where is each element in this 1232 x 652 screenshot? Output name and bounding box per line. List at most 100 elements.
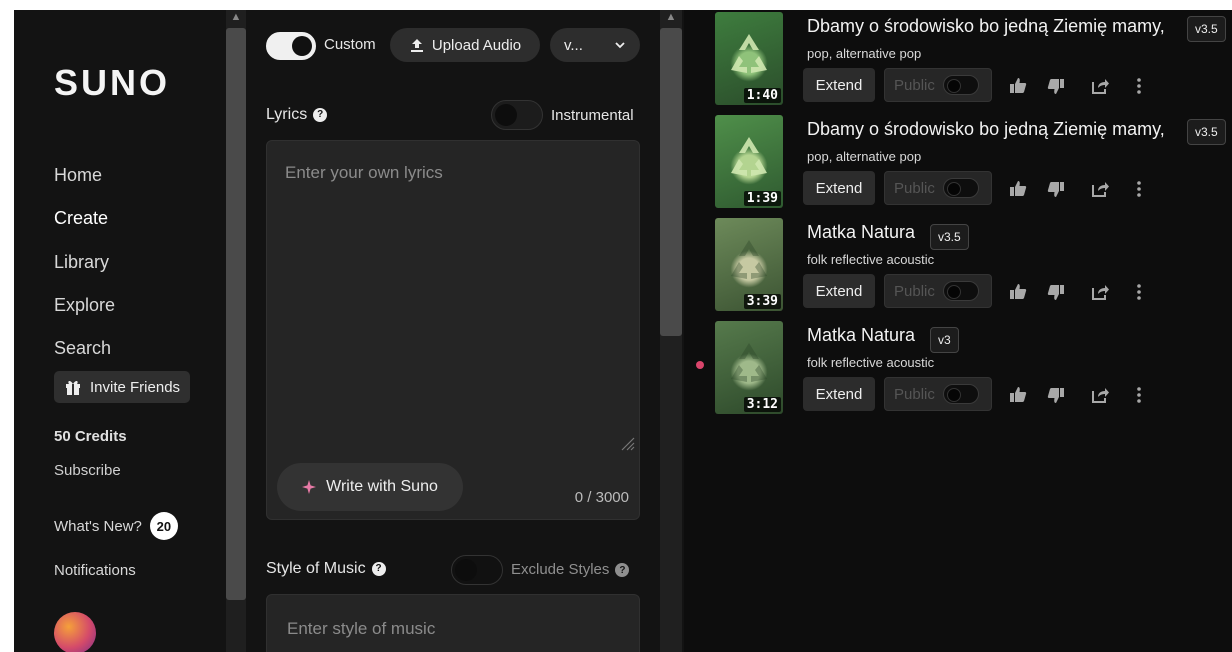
version-select[interactable]: v... <box>550 28 640 62</box>
song-cover-image[interactable]: 1:39 <box>715 115 783 208</box>
resize-grip-icon[interactable] <box>619 435 635 451</box>
exclude-styles-toggle[interactable] <box>451 555 503 585</box>
thumbs-down-icon[interactable] <box>1046 76 1066 96</box>
song-genre[interactable]: pop, alternative pop <box>807 46 921 61</box>
chevron-down-icon <box>615 42 625 49</box>
song-genre[interactable]: folk reflective acoustic <box>807 252 934 267</box>
model-version-badge: v3.5 <box>1187 119 1226 145</box>
public-toggle[interactable]: Public <box>884 68 992 102</box>
exclude-styles-label: Exclude Styles? <box>511 561 630 578</box>
invite-friends-button[interactable]: Invite Friends <box>54 371 191 403</box>
model-version-badge: v3.5 <box>1187 16 1226 42</box>
thumbs-down-icon[interactable] <box>1046 385 1066 405</box>
nav-explore[interactable]: Explore <box>54 295 115 316</box>
nav-create[interactable]: Create <box>54 208 108 229</box>
style-placeholder: Enter style of music <box>287 619 436 638</box>
subscribe-link[interactable]: Subscribe <box>54 462 121 479</box>
song-list-panel: 1:40 Dbamy o środowisko bo jedną Ziemię … <box>684 10 1232 652</box>
song-row[interactable]: 1:39 Dbamy o środowisko bo jedną Ziemię … <box>684 113 1232 208</box>
scroll-up-icon[interactable]: ▲ <box>660 10 682 24</box>
public-switch[interactable] <box>942 384 979 404</box>
song-row[interactable]: 3:39 Matka Natura v3.5 folk reflective a… <box>684 216 1232 311</box>
song-duration: 3:12 <box>743 397 781 412</box>
song-title[interactable]: Dbamy o środowisko bo jedną Ziemię mamy, <box>807 16 1165 37</box>
public-label: Public <box>894 282 935 300</box>
song-row[interactable]: 3:12 Matka Natura v3 folk reflective aco… <box>684 319 1232 414</box>
song-genre[interactable]: folk reflective acoustic <box>807 355 934 370</box>
extend-button[interactable]: Extend <box>803 377 875 411</box>
suno-app: SUNO Home Create Library Explore Search … <box>14 10 1232 652</box>
song-title[interactable]: Matka Natura <box>807 325 915 346</box>
extend-button[interactable]: Extend <box>803 171 875 205</box>
more-options-icon[interactable] <box>1134 282 1144 302</box>
help-icon[interactable]: ? <box>615 563 630 578</box>
public-switch[interactable] <box>942 75 979 95</box>
lyrics-label: Lyrics? <box>266 106 328 124</box>
instrumental-toggle[interactable] <box>491 100 543 130</box>
song-row[interactable]: 1:40 Dbamy o środowisko bo jedną Ziemię … <box>684 10 1232 105</box>
song-title[interactable]: Matka Natura <box>807 222 915 243</box>
create-scroll-thumb[interactable] <box>660 28 682 336</box>
song-cover-image[interactable]: 1:40 <box>715 12 783 105</box>
more-options-icon[interactable] <box>1134 385 1144 405</box>
whats-new-link[interactable]: What's New? 20 <box>54 512 178 540</box>
custom-toggle[interactable] <box>266 32 316 60</box>
more-options-icon[interactable] <box>1134 179 1144 199</box>
gift-icon <box>66 380 80 395</box>
model-version-badge: v3 <box>930 327 959 353</box>
upload-audio-label: Upload Audio <box>431 36 522 54</box>
song-duration: 1:39 <box>743 191 781 206</box>
thumbs-up-icon[interactable] <box>1008 282 1028 302</box>
public-switch[interactable] <box>942 281 979 301</box>
share-icon[interactable] <box>1090 282 1110 302</box>
thumbs-up-icon[interactable] <box>1008 179 1028 199</box>
model-version-badge: v3.5 <box>930 224 969 250</box>
write-with-suno-button[interactable]: Write with Suno <box>277 463 463 511</box>
extend-button[interactable]: Extend <box>803 68 875 102</box>
thumbs-down-icon[interactable] <box>1046 282 1066 302</box>
create-scrollbar[interactable]: ▲ <box>660 10 682 652</box>
notifications-link[interactable]: Notifications <box>54 562 136 579</box>
nav-home[interactable]: Home <box>54 165 102 186</box>
song-duration: 1:40 <box>743 88 781 103</box>
style-of-music-input[interactable]: Enter style of music <box>266 594 640 652</box>
public-switch[interactable] <box>942 178 979 198</box>
lyrics-textarea[interactable]: Enter your own lyrics Write with Suno 0 … <box>266 140 640 520</box>
help-icon[interactable]: ? <box>371 561 386 576</box>
sidebar-scroll-thumb[interactable] <box>226 28 246 600</box>
invite-friends-label: Invite Friends <box>90 378 181 396</box>
upload-audio-button[interactable]: Upload Audio <box>390 28 540 62</box>
public-toggle[interactable]: Public <box>884 274 992 308</box>
more-options-icon[interactable] <box>1134 76 1144 96</box>
extend-button[interactable]: Extend <box>803 274 875 308</box>
share-icon[interactable] <box>1090 179 1110 199</box>
lyrics-placeholder: Enter your own lyrics <box>285 163 443 182</box>
song-genre[interactable]: pop, alternative pop <box>807 149 921 164</box>
song-cover-image[interactable]: 3:12 <box>715 321 783 414</box>
thumbs-down-icon[interactable] <box>1046 179 1066 199</box>
write-with-suno-label: Write with Suno <box>326 478 438 495</box>
scroll-up-icon[interactable]: ▲ <box>226 10 246 24</box>
whats-new-label: What's New? <box>54 517 142 535</box>
song-duration: 3:39 <box>743 294 781 309</box>
thumbs-up-icon[interactable] <box>1008 385 1028 405</box>
sidebar: SUNO Home Create Library Explore Search … <box>14 10 226 652</box>
sidebar-scrollbar[interactable]: ▲ <box>226 10 246 652</box>
thumbs-up-icon[interactable] <box>1008 76 1028 96</box>
public-toggle[interactable]: Public <box>884 377 992 411</box>
upload-icon <box>410 39 423 52</box>
help-icon[interactable]: ? <box>313 107 328 122</box>
suno-logo[interactable]: SUNO <box>54 62 170 104</box>
share-icon[interactable] <box>1090 385 1110 405</box>
style-of-music-label: Style of Music? <box>266 560 386 578</box>
song-cover-image[interactable]: 3:39 <box>715 218 783 311</box>
whats-new-badge: 20 <box>149 512 178 540</box>
public-toggle[interactable]: Public <box>884 171 992 205</box>
public-label: Public <box>894 179 935 197</box>
create-panel: Custom Upload Audio v... Lyrics? Instrum… <box>246 10 660 652</box>
share-icon[interactable] <box>1090 76 1110 96</box>
song-title[interactable]: Dbamy o środowisko bo jedną Ziemię mamy, <box>807 119 1165 140</box>
nav-search[interactable]: Search <box>54 338 111 359</box>
nav-library[interactable]: Library <box>54 252 109 273</box>
user-avatar[interactable] <box>54 612 96 652</box>
